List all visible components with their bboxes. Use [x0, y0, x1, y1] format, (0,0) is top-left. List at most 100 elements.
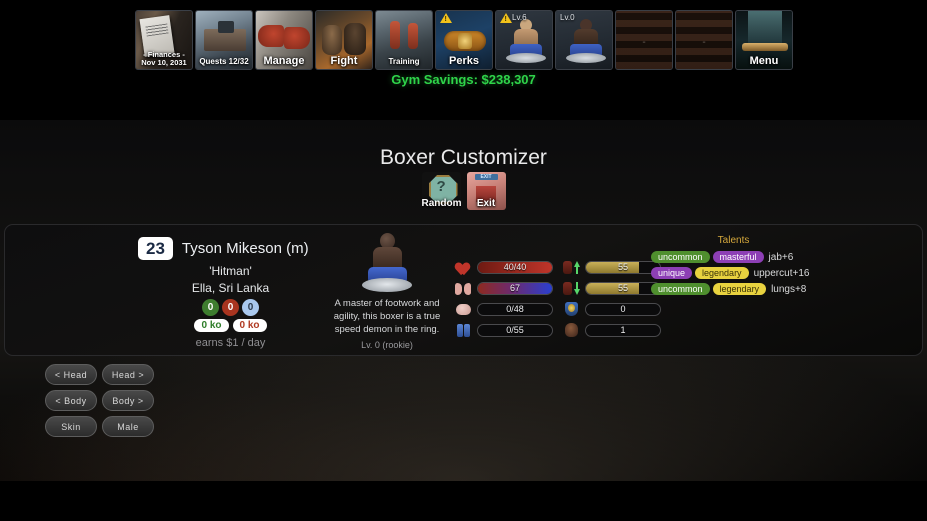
stat-bar-arm-up: 55 [585, 260, 661, 274]
bottom-bar [0, 481, 927, 521]
random-button[interactable]: Random [421, 172, 461, 210]
finances-tile-text: - Finances - Nov 10, 2031 [136, 50, 192, 70]
top-toolbar: - Finances - Nov 10, 2031 Quests 12/32 M… [0, 0, 927, 120]
gender-button[interactable]: Male [102, 416, 154, 437]
stat-row-glove: 1 [563, 322, 661, 338]
body-next-button[interactable]: Body > [102, 390, 154, 411]
toolbar-tile-locked-1[interactable]: - [615, 10, 673, 70]
boxer-portrait-block: A master of footwork and agility, this b… [323, 233, 451, 350]
toolbar-tile-locked-2[interactable]: - [675, 10, 733, 70]
arm-up-icon [563, 259, 580, 275]
toolbar-tile-training[interactable]: Training [375, 10, 433, 70]
perks-tile-label: Perks [449, 54, 479, 67]
page-title: Boxer Customizer [380, 146, 547, 169]
boxer-country: Ella, Sri Lanka [191, 281, 270, 296]
arm-down-icon [563, 280, 580, 296]
record-win-ko: 0 ko [194, 319, 229, 333]
stat-row-arm-up: 55 [563, 259, 661, 275]
stat-value-defense: 0 [620, 303, 626, 314]
toolbar-tile-manage[interactable]: Manage [255, 10, 313, 70]
stat-row-lungs: 67 [455, 280, 553, 296]
exit-button-label: Exit [476, 198, 496, 209]
legs-icon [455, 322, 472, 338]
exit-button[interactable]: EXIT Exit [466, 172, 506, 210]
brain-icon [455, 301, 472, 317]
boxer-description: A master of footwork and agility, this b… [333, 298, 441, 335]
stat-value-arm-down: 55 [617, 282, 628, 293]
stat-bar-glove: 1 [585, 323, 661, 337]
stat-value-legs: 0/55 [506, 324, 524, 335]
glove-icon [563, 322, 580, 338]
boxer-name-row: 23 Tyson Mikeson (m) [138, 237, 323, 261]
record-losses: 0 [222, 299, 239, 317]
stat-bar-arm-down: 55 [585, 281, 661, 295]
boxer1-level-label: Lv.6 [512, 13, 527, 22]
talents-title: Talents [717, 235, 750, 246]
body-prev-button[interactable]: < Body [45, 390, 97, 411]
toolbar-tile-perks[interactable]: Perks [435, 10, 493, 70]
head-prev-button[interactable]: < Head [45, 364, 97, 385]
stat-row-brain: 0/48 [455, 301, 553, 317]
record-loss-ko: 0 ko [232, 319, 267, 333]
warning-icon [440, 13, 452, 23]
talent-quality: legendary [695, 267, 749, 279]
stat-bar-legs: 0/55 [477, 323, 553, 337]
stat-row-arm-down: 55 [563, 280, 661, 296]
stat-row-defense: 0 [563, 301, 661, 317]
boxer-nickname: 'Hitman' [209, 264, 252, 279]
appearance-buttons: < Head Head > < Body Body > Skin Male [45, 364, 154, 437]
stat-bar-lungs: 67 [477, 281, 553, 295]
stat-bar-health: 40/40 [477, 260, 553, 274]
shield-icon [563, 301, 580, 317]
stat-value-glove: 1 [620, 324, 626, 335]
boxer-level: Lv. 0 (rookie) [361, 340, 413, 351]
training-tile-label: Training [388, 57, 420, 67]
toolbar-tile-menu[interactable]: Menu [735, 10, 793, 70]
toolbar-tile-finances[interactable]: - Finances - Nov 10, 2031 [135, 10, 193, 70]
boxer-record-circles: 0 0 0 [138, 299, 323, 317]
boxer2-level-label: Lv.0 [560, 13, 575, 22]
stat-value-health: 40/40 [503, 261, 527, 272]
head-next-button[interactable]: Head > [102, 364, 154, 385]
manage-tile-label: Manage [263, 54, 305, 67]
title-action-buttons: Random EXIT Exit [0, 172, 927, 210]
heart-icon [455, 259, 472, 275]
lungs-icon [455, 280, 472, 296]
boxer-identity: 23 Tyson Mikeson (m) 'Hitman' Ella, Sri … [138, 237, 323, 349]
stats-column-right: 55 55 0 1 [563, 259, 661, 338]
locked-slot-2-placeholder: - [702, 37, 706, 48]
quests-tile-label: Quests 12/32 [199, 57, 249, 67]
toolbar-tiles: - Finances - Nov 10, 2031 Quests 12/32 M… [135, 10, 793, 70]
talent-quality: masterful [712, 251, 764, 263]
talent-effect: uppercut+16 [753, 267, 810, 279]
toolbar-tile-quests[interactable]: Quests 12/32 [195, 10, 253, 70]
stat-bar-brain: 0/48 [477, 302, 553, 316]
talent-row: uncommon legendary lungs+8 [651, 283, 816, 295]
talent-quality: legendary [712, 283, 767, 295]
skin-button[interactable]: Skin [45, 416, 97, 437]
boxer-info-card: 23 Tyson Mikeson (m) 'Hitman' Ella, Sri … [4, 224, 923, 356]
talents-panel: Talents uncommon masterful jab+6 unique … [651, 235, 816, 299]
talent-effect: lungs+8 [771, 283, 807, 295]
menu-tile-label: Menu [749, 54, 779, 67]
random-button-label: Random [421, 198, 461, 209]
boxer-avatar [355, 233, 419, 295]
talent-effect: jab+6 [768, 251, 794, 263]
toolbar-tile-boxer-2[interactable]: Lv.0 [555, 10, 613, 70]
boxer-name: Tyson Mikeson (m) [181, 240, 309, 258]
boxer-ko-badges: 0 ko 0 ko [138, 319, 323, 333]
locked-slot-1-placeholder: - [642, 37, 646, 48]
exit-sign-text: EXIT [480, 174, 492, 180]
record-wins: 0 [202, 299, 219, 317]
warning-icon [500, 13, 512, 23]
toolbar-tile-fight[interactable]: Fight [315, 10, 373, 70]
finances-line2: Nov 10, 2031 [141, 57, 187, 67]
gym-savings-label: Gym Savings: $238,307 [391, 72, 536, 87]
toolbar-tile-boxer-1[interactable]: Lv.6 [495, 10, 553, 70]
fight-tile-label: Fight [330, 54, 358, 67]
talent-row: unique legendary uppercut+16 [651, 267, 816, 279]
boxer-earnings: earns $1 / day [195, 337, 266, 350]
stat-bar-defense: 0 [585, 302, 661, 316]
boxer-stats: 40/40 67 0/48 0/55 55 55 0 1 [455, 259, 661, 338]
record-draws: 0 [242, 299, 259, 317]
